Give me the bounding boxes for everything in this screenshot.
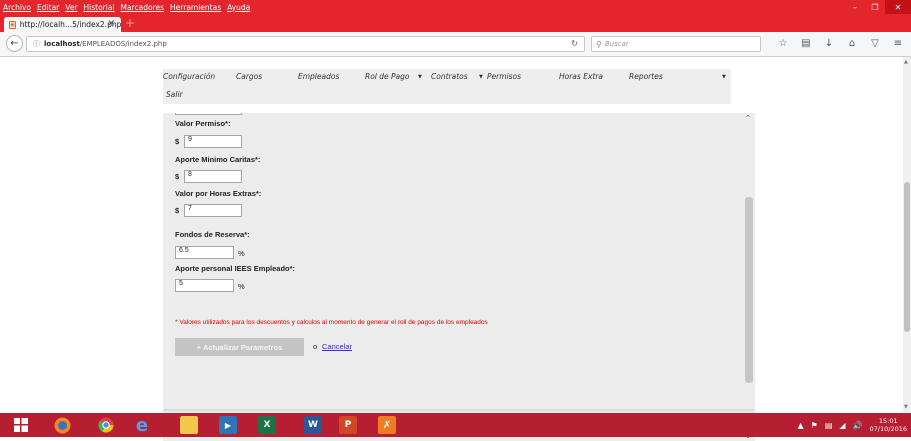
nav-cargos[interactable]: Cargos [236,72,262,81]
toolbar-icons: ☆ ▤ ↓ ⌂ ▽ ≡ [776,38,905,49]
back-icon[interactable]: ← [6,35,23,52]
fondos-reserva-input[interactable]: 6.5 [175,246,234,259]
parameters-form: Valor Permiso*: $ 9 Aporte Minimo Carita… [163,113,743,441]
xampp-favicon-icon: ▣ [9,20,16,29]
panel-scroll-thumb[interactable] [745,197,753,383]
download-icon[interactable]: ↓ [822,38,836,49]
aporte-iees-label: Aporte personal IEES Empleado*: [175,264,296,273]
currency-prefix: $ [175,206,180,215]
xampp-icon[interactable]: ✗ [378,416,396,434]
required-fields-note: * Valores utilizados para los descuentos… [175,319,488,326]
reload-icon[interactable]: ↻ [571,39,578,48]
scroll-up-icon[interactable]: ⌃ [745,114,751,122]
or-text: o [313,342,318,351]
nav-reportes[interactable]: Reportes [629,72,663,81]
clock[interactable]: 15:01 07/10/2016 [870,417,907,433]
search-icon: ⚲ [596,39,602,49]
url-path: /EMPLEADOS/index2.php [79,40,167,48]
browser-tab[interactable]: ▣ http://localh...5/index2.php ✕ [4,17,121,32]
search-placeholder: Buscar [604,40,629,48]
page-viewport: Configuración Cargos Empleados Rol de Pa… [0,57,911,441]
network-icon[interactable]: ◢ [839,421,845,430]
browser-menu-bar: Archivo Editar Ver Historial Marcadores … [0,0,911,14]
cropped-input-field[interactable] [175,113,242,115]
chevron-up-icon[interactable]: ▲ [798,421,804,430]
nav-permisos[interactable]: Permisos [487,72,521,81]
taskbar: e ▶ X W P ✗ ▲ ⚑ ▤ ◢ 🔊 15:01 07/10/2016 [0,413,911,437]
word-icon[interactable]: W [304,416,322,434]
close-tab-icon[interactable]: ✕ [107,19,115,29]
navigation-bar: ← ⓘ localhost/EMPLEADOS/index2.php ↻ ⚲ B… [0,32,911,57]
flag-icon[interactable]: ⚑ [811,421,818,430]
menu-editar[interactable]: Editar [37,3,59,12]
file-explorer-icon[interactable] [180,416,198,434]
chrome-icon[interactable] [97,416,115,434]
bookmark-star-icon[interactable]: ☆ [776,38,790,49]
content-divider [163,409,755,411]
windows-start-icon[interactable] [12,416,30,434]
chevron-down-icon[interactable]: ▼ [479,74,483,80]
valor-permiso-label: Valor Permiso*: [175,119,231,128]
fondos-reserva-label: Fondos de Reserva*: [175,230,250,239]
menu-archivo[interactable]: Archivo [3,3,31,12]
info-icon[interactable]: ⓘ [33,39,40,49]
nav-horas-extra[interactable]: Horas Extra [559,72,603,81]
url-bar[interactable]: ⓘ localhost/EMPLEADOS/index2.php ↻ [26,36,585,52]
page-scroll-thumb[interactable] [904,182,910,332]
currency-prefix: $ [175,172,180,181]
menu-herramientas[interactable]: Herramientas [170,3,221,12]
percent-suffix: % [238,282,245,291]
tab-strip: ▣ http://localh...5/index2.php ✕ + [0,14,911,32]
app-nav-menu: Configuración Cargos Empleados Rol de Pa… [163,69,731,104]
scroll-up-icon[interactable]: ▲ [904,59,908,65]
nav-configuracion[interactable]: Configuración [163,72,215,81]
nav-contratos[interactable]: Contratos [431,72,468,81]
pocket-icon[interactable]: ▽ [868,38,882,49]
horas-extras-label: Valor por Horas Extras*: [175,189,262,198]
home-icon[interactable]: ⌂ [845,38,859,49]
url-host: localhost [44,40,80,48]
menu-historial[interactable]: Historial [84,3,115,12]
menu-marcadores[interactable]: Marcadores [121,3,165,12]
excel-icon[interactable]: X [258,416,276,434]
percent-suffix: % [238,249,245,258]
restore-icon[interactable]: ❐ [865,0,885,14]
nav-empleados[interactable]: Empleados [298,72,339,81]
page-scrollbar[interactable]: ▲ ▼ [903,57,911,412]
currency-prefix: $ [175,137,180,146]
tab-title: http://localh...5/index2.php [19,20,122,29]
url-text: localhost/EMPLEADOS/index2.php [44,40,167,48]
horas-extras-input[interactable]: 7 [184,204,242,217]
new-tab-icon[interactable]: + [125,16,135,30]
search-input[interactable]: ⚲ Buscar [591,36,761,52]
volume-icon[interactable]: 🔊 [853,421,863,430]
minimize-icon[interactable]: – [845,0,865,14]
menu-ayuda[interactable]: Ayuda [227,3,250,12]
clipboard-icon[interactable]: ▤ [799,38,813,49]
firefox-icon[interactable] [53,416,71,434]
parameters-panel: Valor Permiso*: $ 9 Aporte Minimo Carita… [163,113,755,441]
aporte-caritas-input[interactable]: 8 [184,170,242,183]
nav-salir[interactable]: Salir [166,90,183,99]
chevron-down-icon[interactable]: ▼ [722,74,726,80]
internet-explorer-icon[interactable]: e [133,415,151,436]
scroll-down-icon[interactable]: ▼ [904,404,908,410]
aporte-caritas-label: Aporte Minimo Caritas*: [175,155,261,164]
battery-icon[interactable]: ▤ [825,421,833,430]
hamburger-menu-icon[interactable]: ≡ [891,38,905,49]
clock-date: 07/10/2016 [869,425,907,433]
menu-ver[interactable]: Ver [65,3,77,12]
valor-permiso-input[interactable]: 9 [184,135,242,148]
update-parameters-button[interactable]: + Actualizar Parametros [175,338,304,356]
nav-rol-de-pago[interactable]: Rol de Pago [365,72,410,81]
close-window-icon[interactable]: ✕ [885,0,911,14]
clock-time: 15:01 [878,417,898,425]
media-player-icon[interactable]: ▶ [219,416,237,434]
panel-scrollbar[interactable]: ⌃ ⌄ [743,113,755,441]
chevron-down-icon[interactable]: ▼ [418,74,422,80]
cancel-link[interactable]: Cancelar [322,342,352,351]
aporte-iees-input[interactable]: 5 [175,279,234,292]
powerpoint-icon[interactable]: P [339,416,357,434]
system-tray: ▲ ⚑ ▤ ◢ 🔊 15:01 07/10/2016 [798,413,907,437]
